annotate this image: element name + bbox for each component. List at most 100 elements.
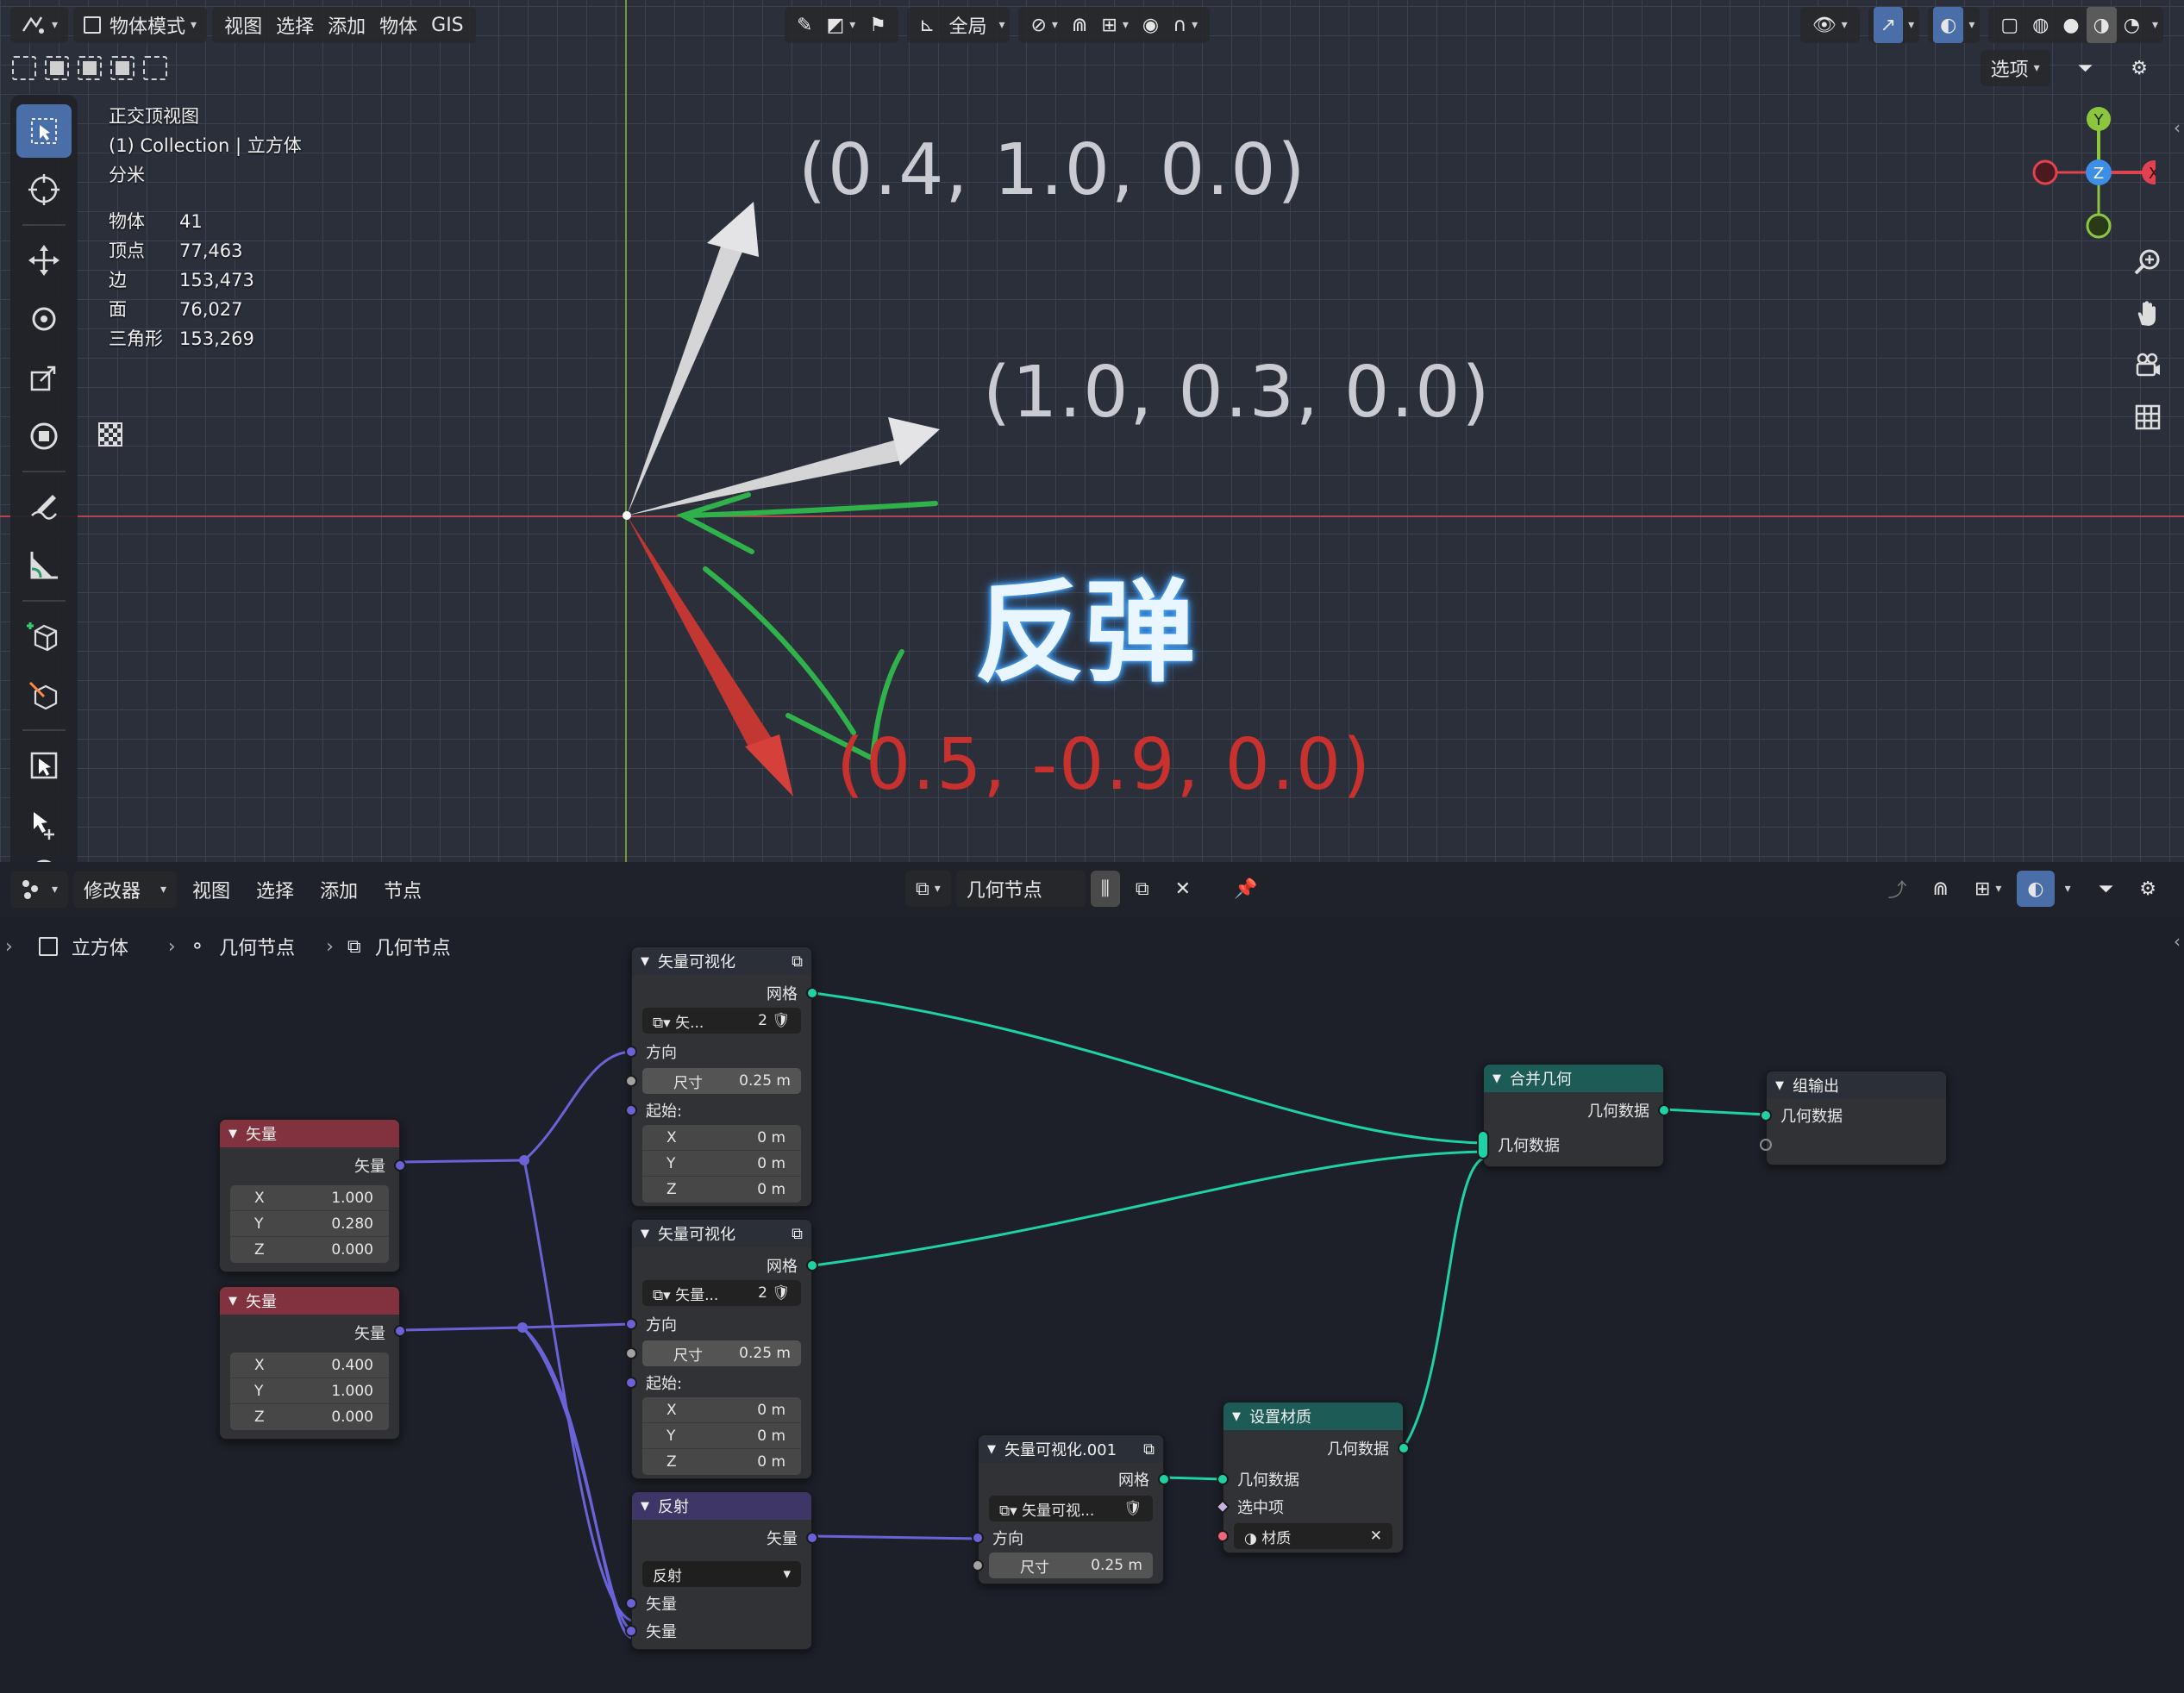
output-socket[interactable]	[1398, 1442, 1410, 1454]
material-field[interactable]: ◑ 材质 ✕	[1234, 1523, 1392, 1549]
group-output-node[interactable]: ▼ 组输出 几何数据	[1760, 1071, 1947, 1165]
select-intersect-icon[interactable]	[143, 56, 167, 80]
brush-icon[interactable]: ◩ ▾	[819, 7, 862, 43]
field-z[interactable]: Z0 m	[642, 1177, 801, 1203]
size-field[interactable]: 尺寸 0.25 m	[989, 1552, 1153, 1578]
extrude-tool-icon[interactable]	[16, 797, 72, 851]
field-y[interactable]: Y0 m	[642, 1151, 801, 1177]
measure-tool-icon[interactable]	[16, 539, 72, 592]
node-header[interactable]: ▼ 组输出	[1767, 1071, 1946, 1099]
input-socket[interactable]	[625, 1046, 637, 1058]
node-header[interactable]: ▼ 矢量	[220, 1287, 399, 1315]
weight-icon[interactable]: ⚑	[862, 7, 893, 43]
input-socket[interactable]	[1217, 1473, 1229, 1485]
transform-orientation[interactable]: ⊾ 全局 ▾	[907, 7, 1011, 43]
mode-selector[interactable]: 物体模式 ▾	[73, 7, 208, 43]
solid-shading-icon[interactable]: ●	[2056, 7, 2086, 43]
input-socket[interactable]	[972, 1532, 984, 1544]
input-socket[interactable]	[625, 1625, 637, 1637]
menu-object[interactable]: 物体	[372, 7, 424, 43]
gizmo-icon[interactable]: ↗	[1873, 7, 1904, 43]
set-material-node[interactable]: ▼ 设置材质 几何数据 几何数据 选中项 ◑ 材质 ✕	[1215, 1402, 1410, 1553]
input-socket[interactable]	[1760, 1109, 1772, 1121]
sidebar-toggle-icon[interactable]: ‹	[2174, 117, 2181, 138]
multi-input-socket[interactable]	[1477, 1130, 1489, 1159]
pivot-icon[interactable]: ⊘ ▾	[1023, 7, 1064, 43]
select-new-icon[interactable]	[12, 56, 36, 80]
rotate-tool-icon[interactable]	[16, 292, 72, 346]
eye-visibility-icon[interactable]: 👁 ▾	[1805, 7, 1855, 43]
node-header[interactable]: ▼ 矢量可视化.001 ⧉	[979, 1435, 1163, 1463]
input-socket[interactable]	[625, 1347, 637, 1359]
size-field[interactable]: 尺寸 0.25 m	[642, 1068, 801, 1094]
select-subtract-icon[interactable]	[78, 56, 102, 80]
select-box-tool-icon[interactable]	[16, 104, 72, 158]
field-z[interactable]: Z 0.000	[230, 1404, 389, 1430]
field-z[interactable]: Z0 m	[642, 1449, 801, 1475]
gear-icon[interactable]: ⚙	[2120, 50, 2158, 86]
field-x[interactable]: X 0.400	[230, 1353, 389, 1378]
zoom-icon[interactable]	[2127, 241, 2168, 283]
annotate-tool-icon[interactable]	[16, 480, 72, 534]
output-socket[interactable]	[394, 1159, 406, 1171]
move-tool-icon[interactable]	[16, 234, 72, 287]
output-socket[interactable]	[806, 1259, 818, 1271]
menu-add[interactable]: 添加	[321, 7, 372, 43]
field-y[interactable]: Y 1.000	[230, 1378, 389, 1404]
overlay-icon[interactable]: ◐	[1933, 7, 1964, 43]
eyedropper-icon[interactable]: ✎	[790, 7, 819, 43]
field-x[interactable]: X0 m	[642, 1397, 801, 1423]
scale-tool-icon[interactable]	[16, 351, 72, 404]
field-y[interactable]: Y0 m	[642, 1423, 801, 1449]
knife-tool-icon[interactable]	[16, 668, 72, 722]
vector-visualize-node-1[interactable]: ▼ 矢量可视化 ⧉ 网格 ⧉▾ 矢... 2 🛡 方向 尺寸 0.25 m 起始: X0…	[625, 946, 818, 1207]
cursor-tool-icon[interactable]	[16, 163, 72, 216]
close-icon[interactable]: ✕	[1370, 1527, 1382, 1545]
material-shading-icon[interactable]: ◑	[2086, 7, 2117, 43]
operation-dropdown[interactable]: 反射 ▾	[642, 1561, 801, 1587]
reflect-node[interactable]: ▼ 反射 矢量 反射 ▾ 矢量 矢量	[625, 1491, 818, 1650]
select-extend-icon[interactable]	[45, 56, 69, 80]
menu-view[interactable]: 视图	[217, 7, 269, 43]
navigation-gizmo[interactable]: Y X Z	[2026, 102, 2156, 248]
options-button[interactable]: 选项 ▾	[1980, 50, 2050, 86]
rendered-shading-icon[interactable]: ◔	[2117, 7, 2147, 43]
group-selector[interactable]: ⧉▾ 矢... 2 🛡	[642, 1008, 801, 1034]
group-selector[interactable]: ⧉▾ 矢量可视... 🛡	[989, 1496, 1153, 1521]
input-socket[interactable]	[625, 1597, 637, 1609]
field-x[interactable]: X0 m	[642, 1125, 801, 1151]
camera-icon[interactable]	[2127, 345, 2168, 386]
group-selector[interactable]: ⧉▾ 矢量... 2 🛡	[642, 1280, 801, 1306]
filter-icon[interactable]: ⏷	[2068, 50, 2104, 86]
node-header[interactable]: ▼ 设置材质	[1223, 1403, 1403, 1430]
wireframe-shading-icon[interactable]: ◍	[2025, 7, 2056, 43]
vector-node-2[interactable]: ▼ 矢量 矢量 X 0.400 Y 1.000 Z 0.000	[219, 1286, 406, 1440]
snap-increment-icon[interactable]: ⊞ ▾	[1094, 7, 1135, 43]
field-x[interactable]: X 1.000	[230, 1185, 389, 1211]
select-invert-icon[interactable]	[110, 56, 135, 80]
output-socket[interactable]	[1658, 1104, 1670, 1116]
node-header[interactable]: ▼ 反射	[632, 1492, 811, 1520]
snap-magnet-icon[interactable]: ⋒	[1065, 7, 1094, 43]
falloff-icon[interactable]: ∩ ▾	[1166, 7, 1205, 43]
size-field[interactable]: 尺寸 0.25 m	[642, 1340, 801, 1366]
field-z[interactable]: Z 0.000	[230, 1237, 389, 1263]
input-socket[interactable]	[1217, 1530, 1229, 1542]
node-header[interactable]: ▼ 矢量可视化 ⧉	[632, 947, 811, 975]
join-geometry-node[interactable]: ▼ 合并几何 几何数据 几何数据	[1477, 1064, 1670, 1167]
output-socket[interactable]	[394, 1325, 406, 1337]
hand-pan-icon[interactable]	[2127, 293, 2168, 334]
output-socket[interactable]	[806, 1532, 818, 1544]
menu-select[interactable]: 选择	[269, 7, 321, 43]
input-socket[interactable]	[625, 1377, 637, 1389]
vector-visualize-node-2[interactable]: ▼ 矢量可视化 ⧉ 网格 ⧉▾ 矢量... 2 🛡 方向 尺寸 0.25 m 起始: X…	[625, 1219, 818, 1479]
input-socket[interactable]	[972, 1559, 984, 1571]
3d-viewport[interactable]: (0.4, 1.0, 0.0) (1.0, 0.3, 0.0) (0.5, -0…	[0, 0, 2184, 862]
proportional-edit-icon[interactable]: ◉	[1136, 7, 1166, 43]
input-socket[interactable]	[625, 1104, 637, 1116]
input-socket[interactable]	[625, 1075, 637, 1087]
node-header[interactable]: ▼ 矢量	[220, 1120, 399, 1147]
vector-visualize-node-3[interactable]: ▼ 矢量可视化.001 ⧉ 网格 ⧉▾ 矢量可视... 🛡 方向 尺寸 0.25 m	[972, 1434, 1170, 1584]
add-cube-tool-icon[interactable]	[16, 609, 72, 663]
grid-ortho-icon[interactable]	[2127, 397, 2168, 438]
